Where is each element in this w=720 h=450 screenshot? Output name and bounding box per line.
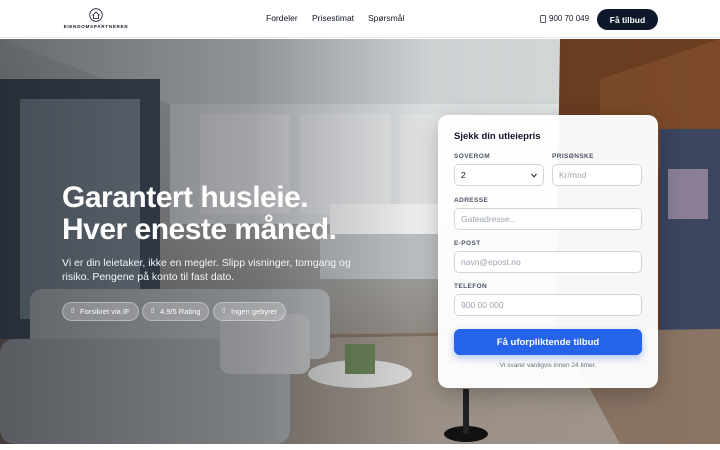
headline-line-1: Garantert husleie.	[62, 181, 309, 214]
page-bottom	[0, 444, 720, 450]
star-icon: ▯	[151, 308, 155, 314]
bedrooms-label: SOVEROM	[454, 153, 491, 160]
badge-label: Forsikret via IF	[80, 307, 130, 316]
phone-input[interactable]: 900 00 000	[454, 294, 642, 316]
house-logo-icon	[89, 8, 103, 22]
get-offer-button[interactable]: Få tilbud	[597, 9, 658, 30]
badge-insured: ▯ Forsikret via IF	[62, 302, 139, 321]
badge-rating: ▯ 4.9/5 Rating	[142, 302, 210, 321]
chevron-down-icon	[531, 173, 537, 178]
phone-link[interactable]: 900 70 049	[540, 14, 589, 23]
logo-text: EIENDOMSPARTNEREN	[63, 24, 129, 29]
phone-icon	[540, 14, 546, 23]
nav-prisestimat[interactable]: Prisestimat	[312, 13, 354, 23]
response-note: Vi svarer vanligvis innen 24 timer.	[499, 362, 597, 369]
form-title: Sjekk din utleiepris	[454, 131, 541, 142]
price-input[interactable]: Kr/mnd	[552, 164, 642, 186]
nav-sporsmal[interactable]: Spørsmål	[368, 13, 404, 23]
headline-line-2: Hver eneste måned.	[62, 213, 337, 246]
site-header: EIENDOMSPARTNEREN Fordeler Prisestimat S…	[0, 0, 720, 38]
price-label: PRISØNSKE	[552, 153, 594, 160]
address-label: ADRESSE	[454, 197, 489, 204]
hero-subtext: Vi er din leietaker, ikke en megler. Sli…	[62, 257, 351, 283]
rent-estimate-form: Sjekk din utleiepris SOVEROM 2 PRISØNSKE…	[438, 115, 658, 388]
badge-label: Ingen gebyrer	[231, 307, 278, 316]
nav-fordeler[interactable]: Fordeler	[266, 13, 298, 23]
shield-icon: ▯	[71, 308, 75, 314]
phone-number: 900 70 049	[549, 14, 590, 23]
address-input[interactable]: Gateadresse...	[454, 208, 642, 230]
email-label: E-POST	[454, 240, 481, 247]
badge-label: 4.9/5 Rating	[160, 307, 201, 316]
hero-headline: Garantert husleie. Hver eneste måned.	[62, 181, 337, 246]
check-icon: ▯	[222, 308, 226, 314]
email-input[interactable]: navn@epost.no	[454, 251, 642, 273]
logo[interactable]: EIENDOMSPARTNEREN	[62, 8, 130, 32]
bedrooms-value: 2	[461, 170, 466, 180]
badge-no-fees: ▯ Ingen gebyrer	[213, 302, 287, 321]
bedrooms-select[interactable]: 2	[454, 164, 544, 186]
phone-label: TELEFON	[454, 283, 488, 290]
submit-button[interactable]: Få uforpliktende tilbud	[454, 329, 642, 355]
